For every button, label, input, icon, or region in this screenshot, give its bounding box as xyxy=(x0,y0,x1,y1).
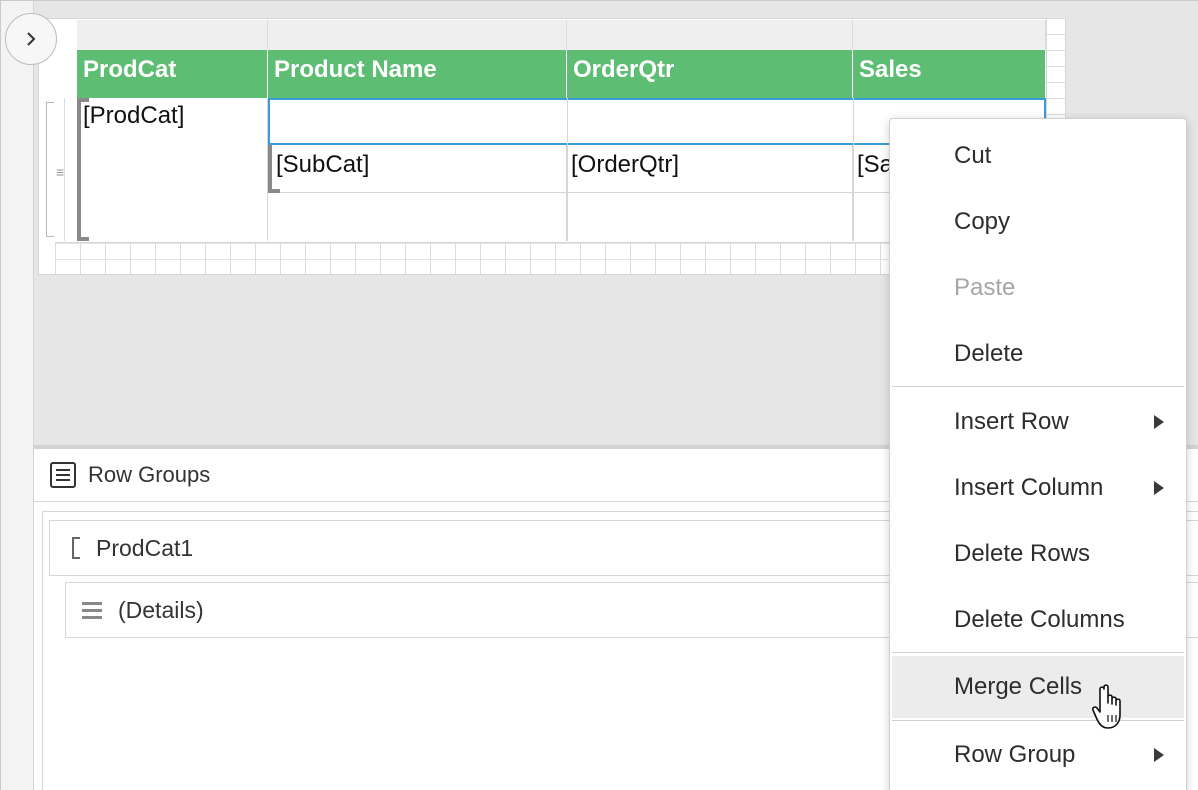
toggle-panel-button[interactable] xyxy=(5,13,57,65)
group-item-label: ProdCat1 xyxy=(96,534,194,561)
header-cell-sales[interactable]: Sales xyxy=(853,50,1046,98)
submenu-arrow-icon xyxy=(1154,748,1164,762)
cell-orderqtr[interactable]: [OrderQtr] xyxy=(567,145,853,193)
header-cell-prodcat[interactable]: ProdCat xyxy=(77,50,268,98)
menu-item-label: Delete Rows xyxy=(954,540,1091,567)
menu-item-cut[interactable]: Cut xyxy=(892,125,1184,187)
chevron-right-icon xyxy=(27,32,36,46)
menu-item-label: Insert Row xyxy=(954,408,1069,435)
menu-item-label: Delete Columns xyxy=(954,606,1125,633)
menu-item-label: Paste xyxy=(954,274,1016,301)
group-item-label: (Details) xyxy=(118,596,204,623)
row-ruler xyxy=(64,98,77,241)
column-handle[interactable] xyxy=(268,20,567,50)
menu-separator xyxy=(892,386,1184,387)
list-icon xyxy=(50,462,76,488)
details-lines-icon xyxy=(82,600,104,620)
submenu-arrow-icon xyxy=(1154,481,1164,495)
menu-item-paste: Paste xyxy=(892,257,1184,319)
header-cell-orderqtr[interactable]: OrderQtr xyxy=(567,50,853,98)
context-menu: Cut Copy Paste Delete Insert Row Insert … xyxy=(889,118,1187,790)
menu-separator xyxy=(892,652,1184,653)
menu-item-copy[interactable]: Copy xyxy=(892,191,1184,253)
menu-item-delete[interactable]: Delete xyxy=(892,323,1184,385)
column-ruler xyxy=(77,20,1046,50)
menu-separator xyxy=(892,720,1184,721)
menu-item-label: Row Group xyxy=(954,741,1076,768)
menu-item-delete-columns[interactable]: Delete Columns xyxy=(892,589,1184,651)
cell-subcat[interactable]: [SubCat] xyxy=(268,145,567,193)
submenu-arrow-icon xyxy=(1154,415,1164,429)
hand-pointer-cursor-icon xyxy=(1092,684,1121,729)
menu-item-label: Insert Column xyxy=(954,474,1104,501)
left-panel-strip xyxy=(1,1,34,790)
menu-item-row-group[interactable]: Row Group xyxy=(892,724,1184,786)
menu-item-label: Copy xyxy=(954,208,1011,235)
details-handle-icon[interactable]: ≡ xyxy=(56,164,64,180)
bracket-icon xyxy=(70,536,82,560)
menu-item-delete-rows[interactable]: Delete Rows xyxy=(892,523,1184,585)
group-cell-prodcat[interactable]: [ProdCat] xyxy=(77,98,268,241)
report-designer: ProdCat Product Name OrderQtr Sales [Pro… xyxy=(0,0,1198,790)
column-handle[interactable] xyxy=(567,20,853,50)
header-cell-product-name[interactable]: Product Name xyxy=(268,50,567,98)
column-handle[interactable] xyxy=(853,20,1046,50)
group-bracket-handle[interactable] xyxy=(46,102,54,237)
menu-item-insert-column[interactable]: Insert Column xyxy=(892,457,1184,519)
menu-item-merge-cells[interactable]: Merge Cells xyxy=(892,656,1184,718)
blank-cell[interactable] xyxy=(268,193,567,241)
row-groups-title: Row Groups xyxy=(88,462,211,487)
blank-cell[interactable] xyxy=(567,193,853,241)
menu-item-insert-row[interactable]: Insert Row xyxy=(892,391,1184,453)
column-handle[interactable] xyxy=(77,20,268,50)
menu-item-label: Cut xyxy=(954,142,992,169)
row-handles: ≡ xyxy=(40,98,77,241)
header-row: ProdCat Product Name OrderQtr Sales xyxy=(77,50,1046,98)
menu-item-label: Delete xyxy=(954,340,1024,367)
menu-item-label: Merge Cells xyxy=(954,673,1083,700)
